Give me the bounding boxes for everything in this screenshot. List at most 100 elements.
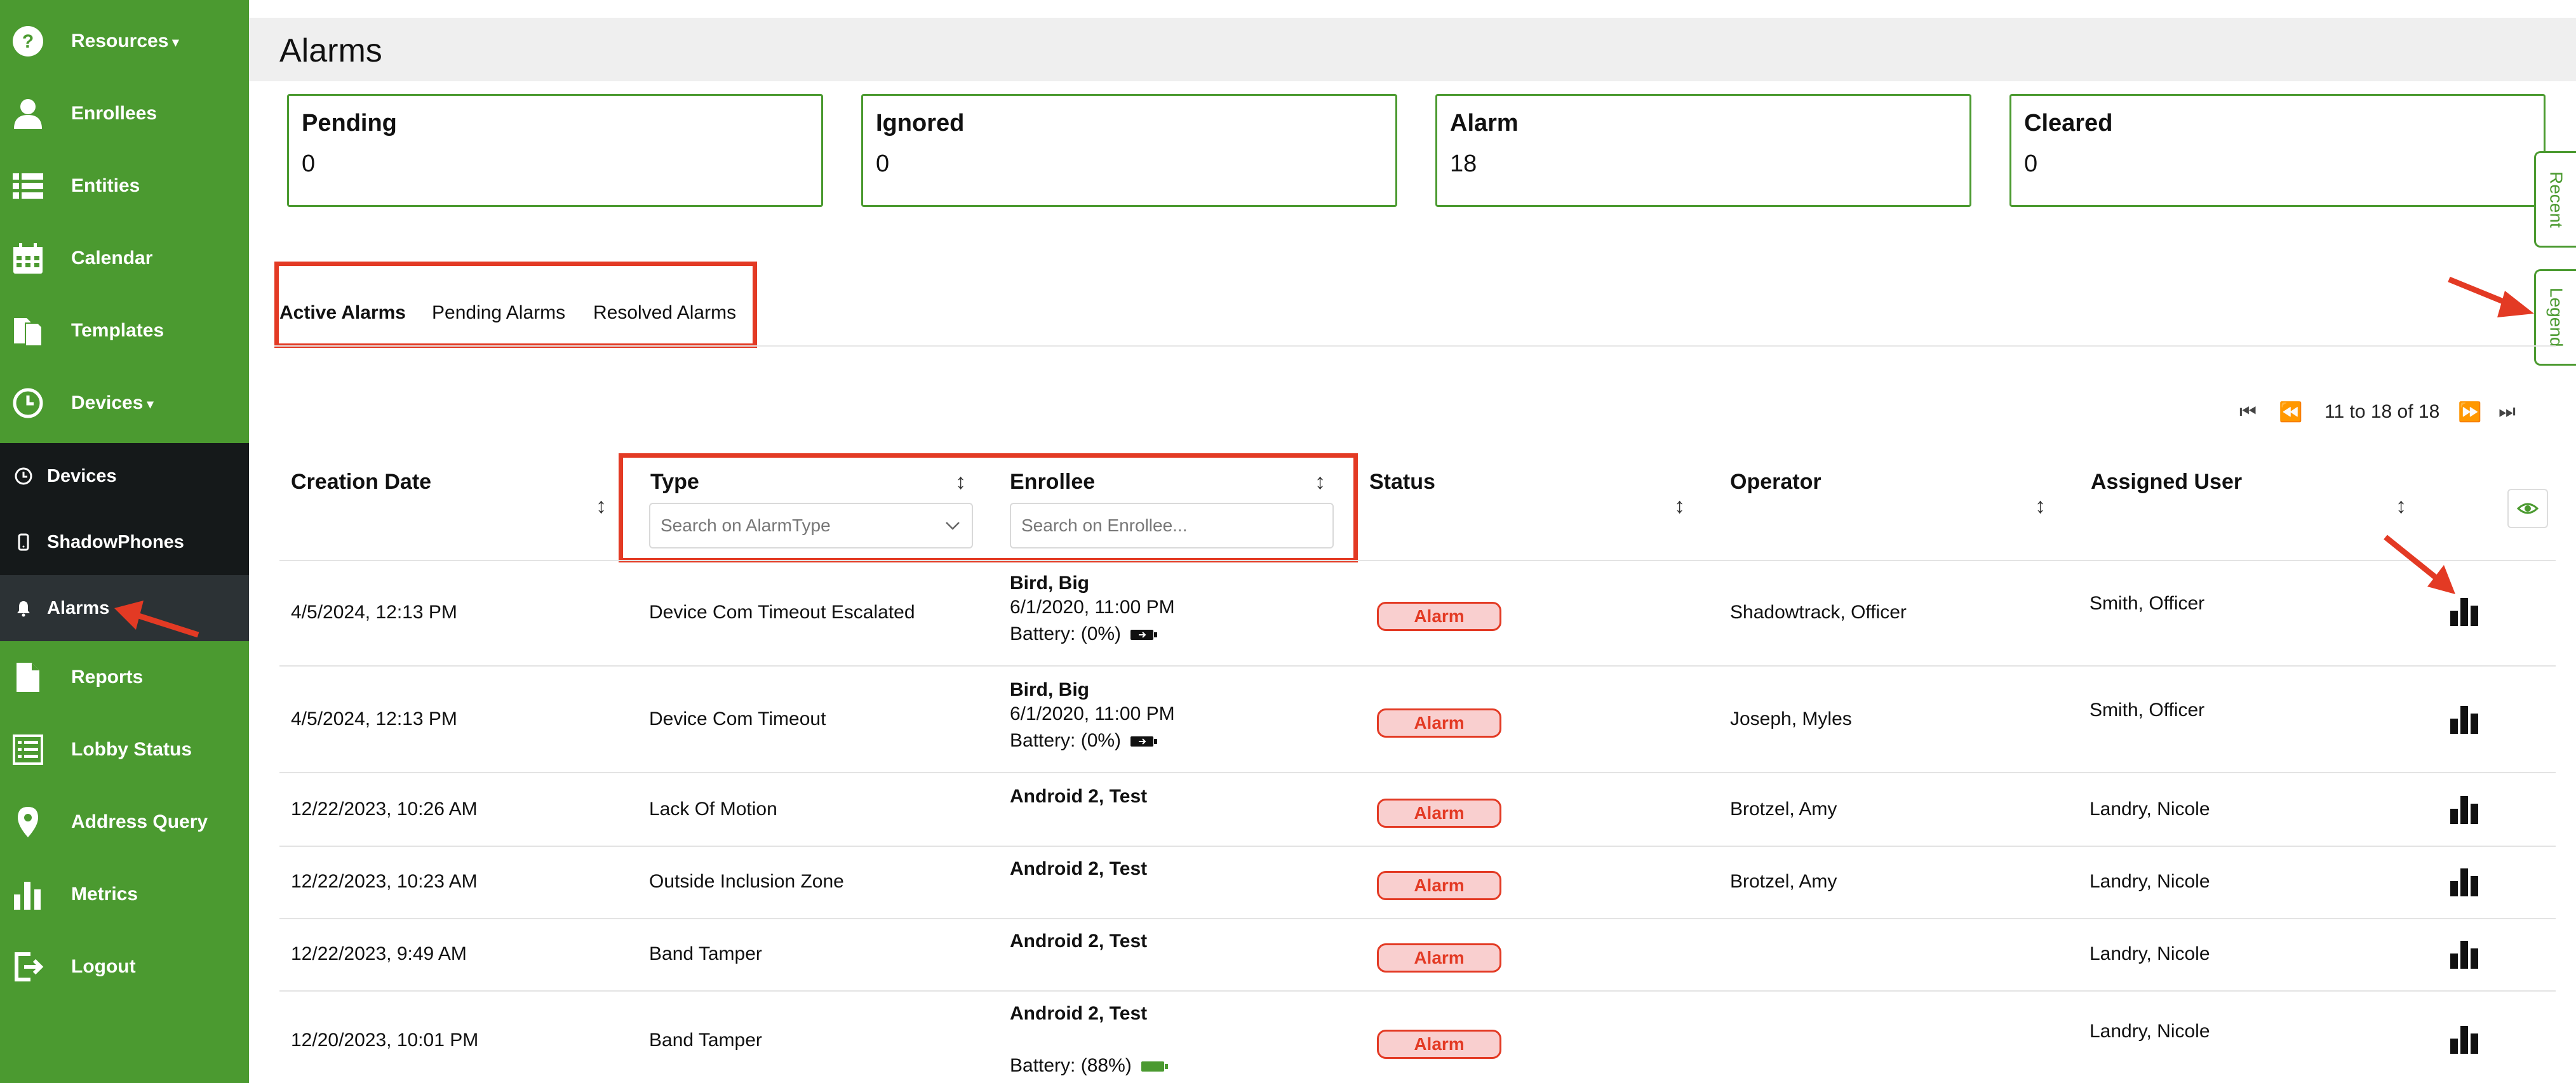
cell-enrollee-name[interactable]: Android 2, Test bbox=[1010, 786, 1147, 807]
sidebar: ? Resources ▾ Enrollees Entities Calendar… bbox=[0, 0, 249, 1083]
sidebar-subitem-shadowphones[interactable]: ShadowPhones bbox=[0, 509, 249, 575]
sidebar-item-templates[interactable]: Templates bbox=[0, 295, 249, 367]
status-badge: Alarm bbox=[1377, 871, 1501, 900]
bar-chart-icon[interactable] bbox=[2449, 705, 2479, 734]
bar-chart-icon[interactable] bbox=[2449, 795, 2479, 824]
sidebar-item-devices-menu[interactable]: Devices ▾ bbox=[0, 367, 249, 439]
battery-charged-icon bbox=[1141, 1061, 1168, 1072]
tab-pending-alarms[interactable]: Pending Alarms bbox=[432, 302, 565, 324]
caret-down-icon: ▾ bbox=[172, 35, 179, 50]
help-circle-icon: ? bbox=[13, 26, 43, 56]
bar-chart-icon[interactable] bbox=[2449, 597, 2479, 626]
column-header-assigned-user[interactable]: Assigned User bbox=[2091, 470, 2242, 495]
pager-first-button[interactable]: ⏮ bbox=[2239, 401, 2257, 423]
enrollee-filter-placeholder: Search on Enrollee... bbox=[1021, 515, 1188, 535]
recent-side-tab[interactable]: Recent bbox=[2534, 151, 2576, 248]
sidebar-item-reports[interactable]: Reports bbox=[0, 641, 249, 714]
recent-side-tab-label: Recent bbox=[2546, 171, 2566, 228]
sidebar-item-label: Reports bbox=[71, 667, 144, 688]
sidebar-item-label: Resources bbox=[71, 30, 169, 51]
stat-card-alarm[interactable]: Alarm 18 bbox=[1435, 94, 1971, 207]
tab-divider bbox=[274, 345, 2556, 347]
column-header-type[interactable]: Type bbox=[650, 470, 699, 495]
cell-assigned-user: Smith, Officer bbox=[2090, 593, 2205, 614]
cell-type: Band Tamper bbox=[649, 1030, 762, 1051]
cell-creation-date: 4/5/2024, 12:13 PM bbox=[291, 708, 457, 729]
status-badge: Alarm bbox=[1377, 1030, 1501, 1059]
caret-down-icon: ▾ bbox=[147, 397, 154, 411]
sidebar-subitem-alarms[interactable]: Alarms bbox=[0, 575, 249, 641]
status-badge: Alarm bbox=[1377, 708, 1501, 738]
sidebar-item-label: ShadowPhones bbox=[47, 531, 184, 552]
sidebar-item-label: Logout bbox=[71, 956, 136, 977]
bar-chart-icon[interactable] bbox=[2449, 867, 2479, 896]
cell-battery: Battery: (0%) bbox=[1010, 730, 1158, 752]
eye-icon bbox=[2517, 503, 2539, 514]
column-header-enrollee[interactable]: Enrollee bbox=[1010, 470, 1095, 495]
cell-operator: Brotzel, Amy bbox=[1730, 799, 1837, 820]
stat-card-ignored[interactable]: Ignored 0 bbox=[861, 94, 1397, 207]
page-title: Alarms bbox=[279, 32, 382, 69]
type-filter-select[interactable]: Search on AlarmType bbox=[649, 503, 973, 548]
row-divider bbox=[279, 665, 2556, 667]
sidebar-item-metrics[interactable]: Metrics bbox=[0, 858, 249, 931]
stat-label: Cleared bbox=[2024, 110, 2113, 136]
row-divider bbox=[279, 560, 2556, 561]
sort-icon[interactable]: ↕ bbox=[596, 494, 607, 519]
bar-chart-icon bbox=[14, 882, 41, 910]
stat-card-pending[interactable]: Pending 0 bbox=[287, 94, 823, 207]
stat-label: Pending bbox=[302, 110, 397, 136]
cell-creation-date: 12/22/2023, 10:26 AM bbox=[291, 799, 478, 820]
pager-last-button[interactable]: ⏭ bbox=[2499, 401, 2516, 423]
stat-card-cleared[interactable]: Cleared 0 bbox=[2009, 94, 2546, 207]
sort-icon[interactable]: ↕ bbox=[2396, 494, 2406, 519]
sort-icon[interactable]: ↕ bbox=[1674, 494, 1685, 519]
sidebar-item-entities[interactable]: Entities bbox=[0, 150, 249, 222]
sidebar-item-logout[interactable]: Logout bbox=[0, 931, 249, 1003]
pager-prev-button[interactable]: ⏪ bbox=[2279, 401, 2302, 423]
cell-creation-date: 12/22/2023, 9:49 AM bbox=[291, 943, 467, 964]
list-icon bbox=[13, 173, 43, 199]
sidebar-subitem-devices[interactable]: Devices bbox=[0, 443, 249, 509]
status-badge: Alarm bbox=[1377, 602, 1501, 631]
sort-icon[interactable]: ↕ bbox=[2035, 494, 2046, 519]
bar-chart-icon[interactable] bbox=[2449, 940, 2479, 969]
column-visibility-button[interactable] bbox=[2507, 489, 2548, 528]
battery-text: Battery: (0%) bbox=[1010, 730, 1122, 751]
cell-enrollee-name[interactable]: Bird, Big bbox=[1010, 573, 1089, 594]
cell-battery: Battery: (0%) bbox=[1010, 623, 1158, 645]
sort-icon[interactable]: ↕ bbox=[1315, 470, 1325, 495]
type-filter-placeholder: Search on AlarmType bbox=[661, 515, 831, 535]
enrollee-filter-input[interactable]: Search on Enrollee... bbox=[1010, 503, 1334, 548]
cell-type: Lack Of Motion bbox=[649, 799, 777, 820]
sidebar-item-label: Templates bbox=[71, 320, 164, 341]
column-header-operator[interactable]: Operator bbox=[1730, 470, 1821, 495]
tab-resolved-alarms[interactable]: Resolved Alarms bbox=[593, 302, 736, 324]
stat-value: 0 bbox=[2024, 150, 2038, 177]
sidebar-item-calendar[interactable]: Calendar bbox=[0, 222, 249, 295]
cell-enrollee-name[interactable]: Android 2, Test bbox=[1010, 1003, 1147, 1025]
cell-enrollee-name[interactable]: Bird, Big bbox=[1010, 679, 1089, 701]
sort-icon[interactable]: ↕ bbox=[955, 470, 966, 495]
cell-assigned-user: Landry, Nicole bbox=[2090, 871, 2210, 892]
templates-icon bbox=[14, 318, 43, 347]
status-badge: Alarm bbox=[1377, 799, 1501, 828]
tab-active-alarms[interactable]: Active Alarms bbox=[279, 302, 406, 324]
sidebar-item-address-query[interactable]: Address Query bbox=[0, 786, 249, 858]
sidebar-item-label: Devices bbox=[71, 392, 144, 413]
sidebar-item-enrollees[interactable]: Enrollees bbox=[0, 77, 249, 150]
clock-small-icon bbox=[15, 467, 32, 485]
sidebar-item-resources[interactable]: ? Resources ▾ bbox=[0, 5, 249, 77]
column-header-creation-date[interactable]: Creation Date bbox=[291, 470, 431, 495]
stat-value: 0 bbox=[876, 150, 890, 177]
bar-chart-icon[interactable] bbox=[2449, 1025, 2479, 1054]
sidebar-item-label: Alarms bbox=[47, 597, 110, 618]
cell-enrollee-name[interactable]: Android 2, Test bbox=[1010, 858, 1147, 880]
legend-side-tab[interactable]: Legend bbox=[2534, 269, 2576, 366]
stat-label: Alarm bbox=[1450, 110, 1519, 136]
sidebar-item-lobby-status[interactable]: Lobby Status bbox=[0, 714, 249, 786]
pager-next-button[interactable]: ⏩ bbox=[2458, 401, 2481, 423]
column-header-status[interactable]: Status bbox=[1369, 470, 1435, 495]
sidebar-item-label: Devices bbox=[47, 465, 117, 486]
cell-enrollee-name[interactable]: Android 2, Test bbox=[1010, 931, 1147, 952]
